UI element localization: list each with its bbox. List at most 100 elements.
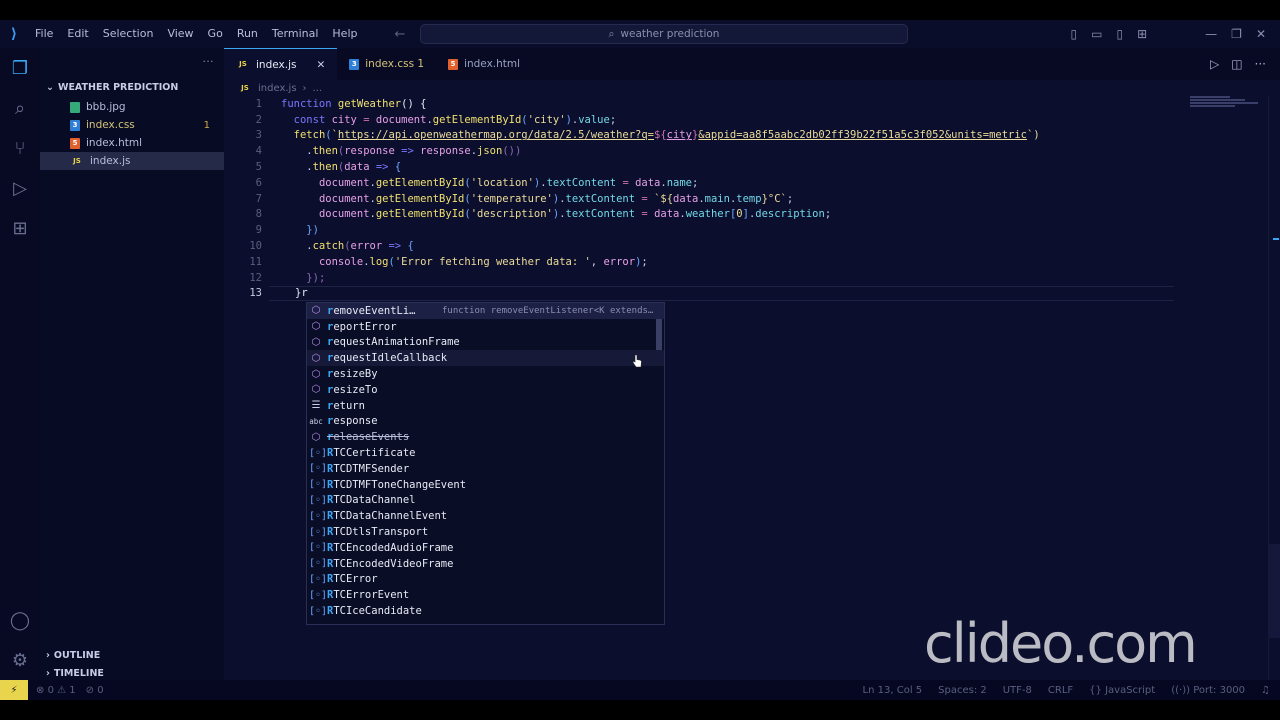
suggestion-item[interactable]: [◦] RTCDTMFToneChangeEvent (307, 477, 664, 493)
outline-label: OUTLINE (53, 649, 101, 661)
suggestion-item[interactable]: ⬡ reportError (307, 319, 664, 335)
run-play-icon[interactable]: ▷ (1210, 57, 1219, 71)
file-bbb-jpg[interactable]: bbb.jpg (40, 98, 224, 116)
watermark-text: clideo.com (924, 612, 1198, 675)
suggestion-item[interactable]: [◦] RTCError (307, 572, 664, 588)
suggestion-item[interactable]: ☰ return (307, 398, 664, 414)
class-icon: [◦] (309, 526, 328, 538)
suggestion-item[interactable]: [◦] RTCDataChannelEvent (307, 508, 664, 524)
toggle-secondary-sidebar-icon[interactable]: ▯ (1117, 27, 1124, 41)
account-icon[interactable]: ◯ (0, 600, 40, 640)
more-actions-icon[interactable]: ··· (202, 56, 214, 68)
suggestion-item-deprecated[interactable]: ⬡ releaseEvents (307, 429, 664, 445)
cursor-position[interactable]: Ln 13, Col 5 (863, 685, 923, 696)
suggestion-item[interactable]: [◦] RTCEncodedVideoFrame (307, 556, 664, 572)
autocomplete-suggestions: ⬡ removeEventLi… function removeEventListe… (306, 302, 665, 625)
suggestion-item[interactable]: [◦] RTCDtlsTransport (307, 524, 664, 540)
method-icon: ⬡ (311, 305, 321, 317)
toggle-sidebar-icon[interactable]: ▯ (1071, 27, 1078, 41)
toggle-panel-icon[interactable]: ▭ (1091, 27, 1102, 41)
outline-section[interactable]: › OUTLINE (40, 646, 224, 664)
ports-indicator[interactable]: ⊘ 0 (86, 685, 104, 696)
suggestion-item[interactable]: [◦] RTCEncodedAudioFrame (307, 540, 664, 556)
file-label: bbb.jpg (86, 101, 126, 113)
code-line: 8 document.getElementById('description')… (255, 208, 832, 221)
suggestion-item[interactable]: [◦] RTCIceCandidate (307, 603, 664, 619)
problems-indicator[interactable]: ⊗ 0 ⚠ 1 (36, 685, 76, 696)
tab-label: index.css 1 (365, 58, 425, 70)
menu-file[interactable]: File (28, 20, 60, 48)
breadcrumb-rest[interactable]: ... (313, 83, 323, 94)
menu-help[interactable]: Help (325, 20, 364, 48)
live-server-port[interactable]: ((·)) Port: 3000 (1171, 685, 1245, 696)
scrollbar-thumb[interactable] (1268, 544, 1280, 638)
suggestion-item[interactable]: [◦] RTCCertificate (307, 445, 664, 461)
minimize-icon[interactable]: — (1205, 27, 1217, 41)
text-icon: abc (309, 416, 323, 426)
menu-view[interactable]: View (160, 20, 200, 48)
folder-weather-prediction[interactable]: ⌄ WEATHER PREDICTION (40, 76, 224, 98)
minimap[interactable] (1190, 96, 1260, 110)
close-icon[interactable]: ✕ (316, 59, 325, 71)
breadcrumb-file[interactable]: index.js (258, 83, 297, 94)
suggestion-item[interactable]: ⬡ requestAnimationFrame (307, 335, 664, 351)
back-arrow-icon[interactable]: ← (394, 27, 405, 42)
suggestion-item[interactable]: ⬡ requestIdleCallback (307, 350, 664, 367)
command-center-search[interactable]: ⌕ weather prediction (420, 24, 908, 44)
suggestion-item[interactable]: [◦] RTCErrorEvent (307, 587, 664, 603)
file-index-css[interactable]: 3 index.css 1 (40, 116, 224, 134)
class-icon: [◦] (309, 605, 328, 617)
code-line: 4 .then(response => response.json()) (255, 145, 522, 158)
menu-edit[interactable]: Edit (60, 20, 95, 48)
close-window-icon[interactable]: ✕ (1256, 27, 1266, 41)
suggestion-item[interactable]: [◦] RTCDataChannel (307, 493, 664, 509)
vertical-scrollbar[interactable] (1268, 96, 1280, 680)
suggestion-item[interactable]: ⬡ resizeBy (307, 366, 664, 382)
encoding[interactable]: UTF-8 (1003, 685, 1032, 696)
css-file-icon: 3 (70, 119, 80, 131)
suggestion-detail: function removeEventListener<K extends… (442, 305, 654, 316)
menu-terminal[interactable]: Terminal (265, 20, 326, 48)
menu-go[interactable]: Go (201, 20, 230, 48)
settings-gear-icon[interactable]: ⚙ (0, 640, 40, 680)
status-bar: ⚡ ⊗ 0 ⚠ 1 ⊘ 0 Ln 13, Col 5 Spaces: 2 UTF… (0, 680, 1280, 700)
split-editor-icon[interactable]: ◫ (1231, 57, 1242, 71)
explorer-icon[interactable]: ❐ (0, 48, 40, 88)
tab-index-html[interactable]: 5 index.html (436, 48, 532, 80)
run-debug-icon[interactable]: ▷ (0, 168, 40, 208)
tab-index-js[interactable]: JS index.js ✕ (224, 48, 338, 80)
language-mode[interactable]: {} JavaScript (1089, 685, 1155, 696)
tab-label: index.js (256, 58, 297, 71)
indentation[interactable]: Spaces: 2 (938, 685, 987, 696)
customize-layout-icon[interactable]: ⊞ (1137, 27, 1147, 41)
css-file-icon: 3 (349, 58, 360, 70)
title-bar: ⟩ File Edit Selection View Go Run Termin… (0, 20, 1280, 48)
more-actions-icon[interactable]: ··· (1255, 57, 1266, 71)
suggestion-item[interactable]: ⬡ removeEventLi… function removeEventListe… (307, 303, 664, 319)
suggestion-item[interactable]: [◦] RTCDTMFSender (307, 461, 664, 477)
menu-run[interactable]: Run (230, 20, 265, 48)
search-view-icon[interactable]: ⌕ (0, 88, 40, 128)
source-control-icon[interactable]: ⑂ (0, 128, 40, 168)
chevron-right-icon: › (46, 649, 50, 661)
language-label: JavaScript (1105, 684, 1156, 696)
file-index-js[interactable]: JS index.js (40, 152, 224, 170)
code-line: 12 }); (249, 271, 326, 284)
remote-indicator-icon[interactable]: ⚡ (0, 680, 28, 700)
class-icon: [◦] (309, 510, 328, 522)
suggestion-item[interactable]: abc response (307, 414, 664, 430)
hand-cursor-icon (632, 354, 642, 368)
file-index-html[interactable]: 5 index.html (40, 134, 224, 152)
menu-selection[interactable]: Selection (96, 20, 161, 48)
code-editor[interactable]: 1 function getWeather() { 2 const city = … (224, 96, 1264, 302)
extensions-icon[interactable]: ⊞ (0, 208, 40, 248)
bell-icon[interactable]: ♫ (1261, 685, 1270, 696)
method-icon: ⬡ (311, 352, 321, 364)
editor-tabs: JS index.js ✕ 3 index.css 1 5 index.html… (224, 48, 1280, 80)
js-file-icon: JS (241, 83, 249, 92)
tab-index-css[interactable]: 3 index.css 1 (337, 48, 436, 80)
restore-icon[interactable]: ❐ (1231, 27, 1242, 41)
letterbox-bottom (0, 700, 1280, 720)
end-of-line[interactable]: CRLF (1048, 685, 1073, 696)
suggestion-item[interactable]: ⬡ resizeTo (307, 382, 664, 398)
